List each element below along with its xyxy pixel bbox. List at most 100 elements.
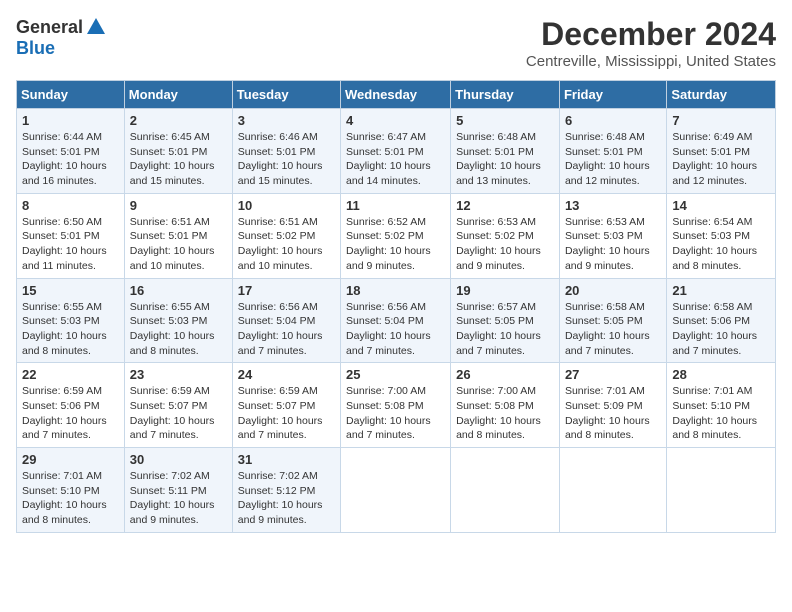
- table-row: 4 Sunrise: 6:47 AMSunset: 5:01 PMDaylight…: [341, 109, 451, 194]
- day-info: Sunrise: 6:46 AMSunset: 5:01 PMDaylight:…: [238, 130, 335, 189]
- table-row: 27 Sunrise: 7:01 AMSunset: 5:09 PMDayligh…: [559, 363, 666, 448]
- day-info: Sunrise: 6:57 AMSunset: 5:05 PMDaylight:…: [456, 300, 554, 359]
- table-row: 24 Sunrise: 6:59 AMSunset: 5:07 PMDayligh…: [232, 363, 340, 448]
- table-row: 7 Sunrise: 6:49 AMSunset: 5:01 PMDaylight…: [667, 109, 776, 194]
- day-info: Sunrise: 6:59 AMSunset: 5:07 PMDaylight:…: [238, 384, 335, 443]
- day-number: 14: [672, 198, 770, 213]
- title-section: December 2024 Centreville, Mississippi, …: [526, 16, 776, 70]
- day-info: Sunrise: 6:53 AMSunset: 5:03 PMDaylight:…: [565, 215, 661, 274]
- day-info: Sunrise: 6:54 AMSunset: 5:03 PMDaylight:…: [672, 215, 770, 274]
- day-info: Sunrise: 7:02 AMSunset: 5:11 PMDaylight:…: [130, 469, 227, 528]
- table-row: 22Sunrise: 6:59 AMSunset: 5:06 PMDayligh…: [17, 363, 125, 448]
- table-row: 8 Sunrise: 6:50 AMSunset: 5:01 PMDaylight…: [17, 193, 125, 278]
- day-number: 24: [238, 367, 335, 382]
- table-row: 19 Sunrise: 6:57 AMSunset: 5:05 PMDayligh…: [451, 278, 560, 363]
- day-info: Sunrise: 6:50 AMSunset: 5:01 PMDaylight:…: [22, 215, 119, 274]
- day-info: Sunrise: 6:51 AMSunset: 5:01 PMDaylight:…: [130, 215, 227, 274]
- logo-general-text: General: [16, 17, 83, 38]
- day-number: 28: [672, 367, 770, 382]
- day-info: Sunrise: 7:01 AMSunset: 5:10 PMDaylight:…: [22, 469, 119, 528]
- header-friday: Friday: [559, 81, 666, 109]
- location-title: Centreville, Mississippi, United States: [526, 53, 776, 70]
- day-number: 11: [346, 198, 445, 213]
- table-row: 6 Sunrise: 6:48 AMSunset: 5:01 PMDaylight…: [559, 109, 666, 194]
- table-row: 13 Sunrise: 6:53 AMSunset: 5:03 PMDayligh…: [559, 193, 666, 278]
- day-info: Sunrise: 6:55 AMSunset: 5:03 PMDaylight:…: [22, 300, 119, 359]
- calendar-table: Sunday Monday Tuesday Wednesday Thursday…: [16, 80, 776, 533]
- day-number: 19: [456, 283, 554, 298]
- header-monday: Monday: [124, 81, 232, 109]
- day-number: 23: [130, 367, 227, 382]
- day-number: 1: [22, 113, 119, 128]
- table-row: 26 Sunrise: 7:00 AMSunset: 5:08 PMDayligh…: [451, 363, 560, 448]
- day-number: 29: [22, 452, 119, 467]
- header-wednesday: Wednesday: [341, 81, 451, 109]
- day-info: Sunrise: 6:48 AMSunset: 5:01 PMDaylight:…: [565, 130, 661, 189]
- day-number: 18: [346, 283, 445, 298]
- table-row: [559, 448, 666, 533]
- day-number: 12: [456, 198, 554, 213]
- logo-blue-text: Blue: [16, 38, 55, 58]
- table-row: 16 Sunrise: 6:55 AMSunset: 5:03 PMDayligh…: [124, 278, 232, 363]
- day-number: 16: [130, 283, 227, 298]
- table-row: 12 Sunrise: 6:53 AMSunset: 5:02 PMDayligh…: [451, 193, 560, 278]
- calendar-week-1: 1 Sunrise: 6:44 AMSunset: 5:01 PMDaylight…: [17, 109, 776, 194]
- logo: General Blue: [16, 16, 107, 59]
- day-number: 6: [565, 113, 661, 128]
- table-row: [451, 448, 560, 533]
- day-info: Sunrise: 6:47 AMSunset: 5:01 PMDaylight:…: [346, 130, 445, 189]
- day-number: 21: [672, 283, 770, 298]
- day-number: 2: [130, 113, 227, 128]
- table-row: 30Sunrise: 7:02 AMSunset: 5:11 PMDayligh…: [124, 448, 232, 533]
- day-number: 15: [22, 283, 119, 298]
- table-row: 3 Sunrise: 6:46 AMSunset: 5:01 PMDaylight…: [232, 109, 340, 194]
- day-number: 27: [565, 367, 661, 382]
- header-tuesday: Tuesday: [232, 81, 340, 109]
- day-info: Sunrise: 6:44 AMSunset: 5:01 PMDaylight:…: [22, 130, 119, 189]
- day-info: Sunrise: 6:53 AMSunset: 5:02 PMDaylight:…: [456, 215, 554, 274]
- day-number: 31: [238, 452, 335, 467]
- day-number: 25: [346, 367, 445, 382]
- logo-icon: [85, 16, 107, 38]
- day-number: 8: [22, 198, 119, 213]
- table-row: 28 Sunrise: 7:01 AMSunset: 5:10 PMDayligh…: [667, 363, 776, 448]
- table-row: 25Sunrise: 7:00 AMSunset: 5:08 PMDayligh…: [341, 363, 451, 448]
- calendar-week-4: 22Sunrise: 6:59 AMSunset: 5:06 PMDayligh…: [17, 363, 776, 448]
- day-info: Sunrise: 6:51 AMSunset: 5:02 PMDaylight:…: [238, 215, 335, 274]
- day-number: 5: [456, 113, 554, 128]
- day-number: 20: [565, 283, 661, 298]
- day-number: 17: [238, 283, 335, 298]
- day-info: Sunrise: 6:55 AMSunset: 5:03 PMDaylight:…: [130, 300, 227, 359]
- day-info: Sunrise: 7:00 AMSunset: 5:08 PMDaylight:…: [456, 384, 554, 443]
- day-number: 3: [238, 113, 335, 128]
- day-info: Sunrise: 6:48 AMSunset: 5:01 PMDaylight:…: [456, 130, 554, 189]
- table-row: [341, 448, 451, 533]
- calendar-week-3: 15 Sunrise: 6:55 AMSunset: 5:03 PMDayligh…: [17, 278, 776, 363]
- day-number: 26: [456, 367, 554, 382]
- table-row: 17Sunrise: 6:56 AMSunset: 5:04 PMDayligh…: [232, 278, 340, 363]
- table-row: 18Sunrise: 6:56 AMSunset: 5:04 PMDayligh…: [341, 278, 451, 363]
- calendar-week-5: 29 Sunrise: 7:01 AMSunset: 5:10 PMDayligh…: [17, 448, 776, 533]
- day-number: 13: [565, 198, 661, 213]
- table-row: 29 Sunrise: 7:01 AMSunset: 5:10 PMDayligh…: [17, 448, 125, 533]
- day-info: Sunrise: 6:59 AMSunset: 5:06 PMDaylight:…: [22, 384, 119, 443]
- table-row: 2Sunrise: 6:45 AMSunset: 5:01 PMDaylight…: [124, 109, 232, 194]
- table-row: 21 Sunrise: 6:58 AMSunset: 5:06 PMDayligh…: [667, 278, 776, 363]
- day-info: Sunrise: 7:01 AMSunset: 5:09 PMDaylight:…: [565, 384, 661, 443]
- day-info: Sunrise: 6:58 AMSunset: 5:05 PMDaylight:…: [565, 300, 661, 359]
- table-row: 5 Sunrise: 6:48 AMSunset: 5:01 PMDaylight…: [451, 109, 560, 194]
- day-info: Sunrise: 7:01 AMSunset: 5:10 PMDaylight:…: [672, 384, 770, 443]
- header-sunday: Sunday: [17, 81, 125, 109]
- day-info: Sunrise: 6:59 AMSunset: 5:07 PMDaylight:…: [130, 384, 227, 443]
- calendar-week-2: 8 Sunrise: 6:50 AMSunset: 5:01 PMDaylight…: [17, 193, 776, 278]
- day-number: 4: [346, 113, 445, 128]
- table-row: 23 Sunrise: 6:59 AMSunset: 5:07 PMDayligh…: [124, 363, 232, 448]
- table-row: 31Sunrise: 7:02 AMSunset: 5:12 PMDayligh…: [232, 448, 340, 533]
- day-number: 7: [672, 113, 770, 128]
- day-info: Sunrise: 6:58 AMSunset: 5:06 PMDaylight:…: [672, 300, 770, 359]
- header-saturday: Saturday: [667, 81, 776, 109]
- calendar-header-row: Sunday Monday Tuesday Wednesday Thursday…: [17, 81, 776, 109]
- month-title: December 2024: [526, 16, 776, 53]
- table-row: 1 Sunrise: 6:44 AMSunset: 5:01 PMDaylight…: [17, 109, 125, 194]
- day-info: Sunrise: 6:49 AMSunset: 5:01 PMDaylight:…: [672, 130, 770, 189]
